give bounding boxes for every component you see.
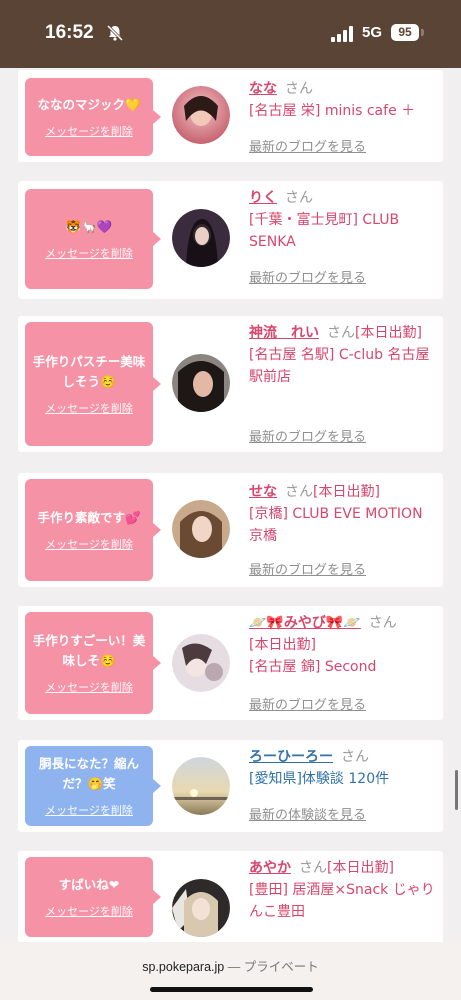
address-bar[interactable]: sp.pokepara.jp — プライベート [0, 956, 461, 975]
home-indicator[interactable] [150, 987, 313, 992]
delete-message-link[interactable]: メッセージを削除 [45, 903, 133, 919]
honorific: さん [341, 749, 369, 765]
message-text: 胴長になた？縮んだ？🤭笑 [38, 756, 139, 791]
working-today-status: [本日出勤] [327, 860, 394, 876]
message-text: 🐯🦙💜 [65, 219, 113, 234]
latest-blog-link[interactable]: 最新のブログを見る [249, 694, 366, 713]
message-text: ななのマジック💛 [37, 97, 141, 112]
latest-blog-link[interactable]: 最新のブログを見る [249, 136, 366, 155]
message-text: 手作り素敵です💕 [37, 510, 141, 525]
message-card: 手作りすごーい！美味しそ☺️ メッセージを削除 🪐🎀みやび🎀🪐 さん [本日出勤]… [18, 606, 443, 720]
latest-blog-link[interactable]: 最新のブログを見る [249, 267, 366, 286]
working-today-status: [本日出勤] [249, 637, 316, 653]
message-bubble: 手作りすごーい！美味しそ☺️ メッセージを削除 [25, 612, 161, 714]
cast-info: なな さん [名古屋 栄] minis cafe ＋ [249, 78, 439, 122]
delete-message-link[interactable]: メッセージを削除 [45, 679, 133, 695]
shop-name: [名古屋 名駅] C-club 名古屋駅前店 [249, 347, 430, 385]
message-text: すばいね❤ [58, 877, 120, 892]
working-today-status: [本日出勤] [355, 325, 422, 341]
cast-info: 🪐🎀みやび🎀🪐 さん [本日出勤] [名古屋 錦] Second [249, 612, 439, 678]
shop-name: [名古屋 錦] Second [249, 659, 377, 675]
status-bar: 16:52 5G 95 [0, 0, 461, 68]
message-bubble: ななのマジック💛 メッセージを削除 [25, 78, 161, 156]
message-bubble: 手作り素敵です💕 メッセージを削除 [25, 479, 161, 581]
delete-message-link[interactable]: メッセージを削除 [45, 245, 133, 261]
muted-bell-icon [106, 24, 124, 42]
honorific: さん [285, 190, 313, 206]
scrollbar-thumb[interactable] [455, 770, 458, 810]
domain-text: sp.pokepara.jp [142, 960, 225, 974]
delete-message-link[interactable]: メッセージを削除 [45, 123, 133, 139]
review-count: [愛知県]体験談 120件 [249, 771, 390, 787]
cast-name-link[interactable]: せな [249, 484, 277, 500]
reviewer-name-link[interactable]: ろーひーろー [249, 749, 333, 765]
network-type: 5G [362, 24, 383, 41]
avatar[interactable] [172, 879, 230, 937]
cast-name-link[interactable]: 🪐🎀みやび🎀🪐 [249, 615, 361, 631]
message-card: すばいね❤ メッセージを削除 あやか さん[本日出勤] [豊田] 居酒屋×Snac… [18, 851, 443, 951]
honorific: さん [368, 615, 397, 631]
latest-review-link[interactable]: 最新の体験談を見る [249, 804, 366, 823]
delete-message-link[interactable]: メッセージを削除 [45, 802, 133, 818]
battery-icon: 95 [391, 24, 419, 41]
message-bubble: 手作りパスチー美味しそう☺️ メッセージを削除 [25, 322, 161, 446]
avatar[interactable] [172, 634, 230, 692]
message-card: 🐯🦙💜 メッセージを削除 りく さん [千葉・富士見町] CLUB SENKA 最… [18, 181, 443, 299]
shop-name: [名古屋 栄] minis cafe ＋ [249, 103, 416, 119]
battery-tip [421, 29, 424, 36]
cast-name-link[interactable]: あやか [249, 860, 291, 876]
avatar[interactable] [172, 209, 230, 267]
cast-info: あやか さん[本日出勤] [豊田] 居酒屋×Snack じゃりんこ豊田 [249, 857, 439, 923]
working-today-status: [本日出勤] [313, 484, 380, 500]
latest-blog-link[interactable]: 最新のブログを見る [249, 559, 366, 578]
private-mode-label: プライベート [243, 960, 319, 974]
message-bubble: すばいね❤ メッセージを削除 [25, 857, 161, 937]
delete-message-link[interactable]: メッセージを削除 [45, 536, 133, 552]
message-card: 手作り素敵です💕 メッセージを削除 せな さん[本日出勤] [京橋] CLUB E… [18, 473, 443, 587]
delete-message-link[interactable]: メッセージを削除 [45, 400, 133, 416]
status-time: 16:52 [45, 22, 94, 43]
honorific: さん [285, 484, 313, 500]
latest-blog-link[interactable]: 最新のブログを見る [249, 426, 366, 445]
cast-name-link[interactable]: 神流 れい [249, 325, 319, 341]
honorific: さん [299, 860, 327, 876]
message-bubble: 🐯🦙💜 メッセージを削除 [25, 189, 161, 289]
cast-info: せな さん[本日出勤] [京橋] CLUB EVE MOTION 京橋 [249, 481, 439, 547]
cast-info: りく さん [千葉・富士見町] CLUB SENKA [249, 187, 439, 253]
shop-name: [京橋] CLUB EVE MOTION 京橋 [249, 506, 423, 544]
signal-icon [331, 26, 353, 42]
cast-info: 神流 れい さん[本日出勤] [名古屋 名駅] C-club 名古屋駅前店 [249, 322, 439, 388]
avatar[interactable] [172, 86, 230, 144]
shop-name: [豊田] 居酒屋×Snack じゃりんこ豊田 [249, 882, 435, 920]
shop-name: [千葉・富士見町] CLUB SENKA [249, 212, 400, 250]
honorific: さん [327, 325, 355, 341]
cast-name-link[interactable]: なな [249, 81, 277, 97]
message-text: 手作りパスチー美味しそう☺️ [32, 354, 146, 389]
message-bubble: 胴長になた？縮んだ？🤭笑 メッセージを削除 [25, 746, 161, 826]
message-card: 胴長になた？縮んだ？🤭笑 メッセージを削除 ろーひーろー さん [愛知県]体験談 … [18, 740, 443, 832]
message-card: ななのマジック💛 メッセージを削除 なな さん [名古屋 栄] minis caf… [18, 70, 443, 162]
avatar[interactable] [172, 500, 230, 558]
separator: — [227, 960, 241, 974]
cast-name-link[interactable]: りく [249, 190, 277, 206]
message-card: 手作りパスチー美味しそう☺️ メッセージを削除 神流 れい さん[本日出勤] [名… [18, 316, 443, 452]
cast-info: ろーひーろー さん [愛知県]体験談 120件 [249, 746, 439, 790]
avatar[interactable] [172, 757, 230, 815]
message-text: 手作りすごーい！美味しそ☺️ [32, 633, 146, 668]
avatar[interactable] [172, 354, 230, 412]
honorific: さん [285, 81, 313, 97]
